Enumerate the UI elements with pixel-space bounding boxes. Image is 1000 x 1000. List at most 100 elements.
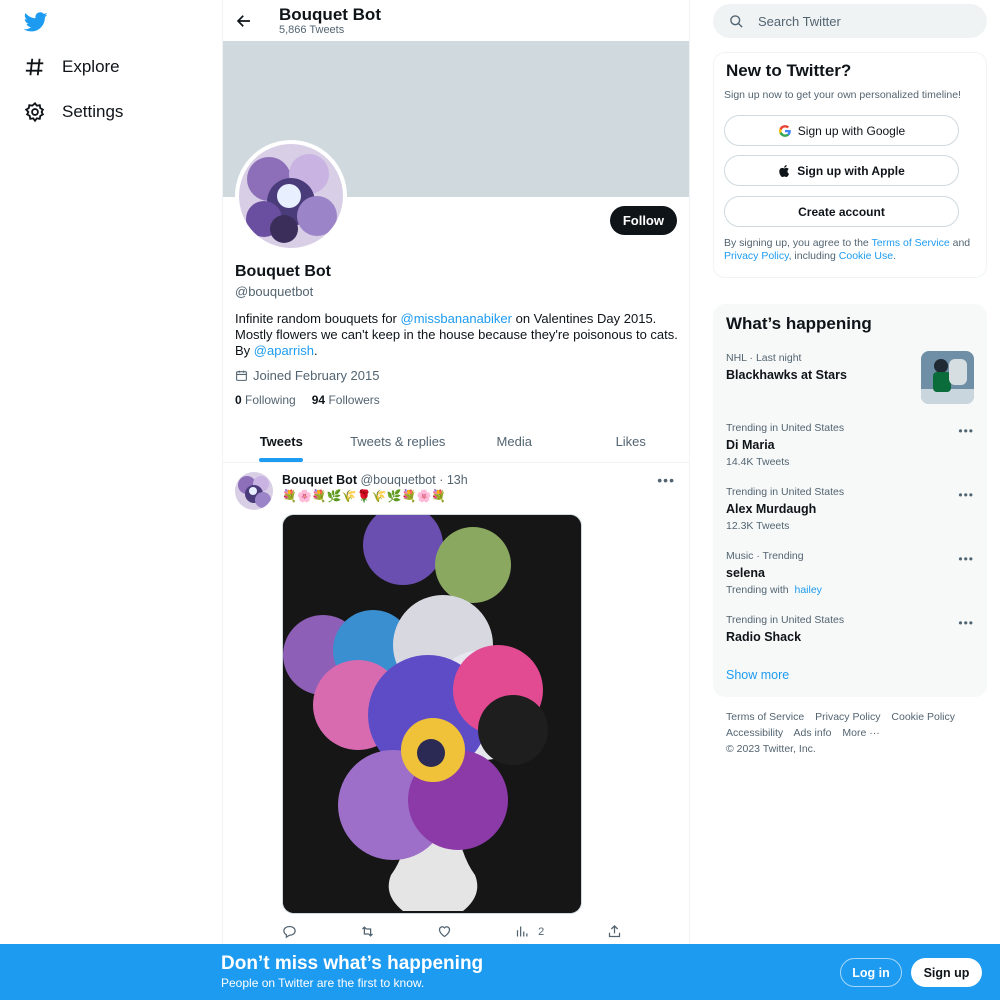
tweet-actions: 2 — [282, 924, 622, 939]
trend-related-label: Trending with — [726, 584, 789, 596]
reply-icon — [283, 925, 296, 939]
create-account-button[interactable]: Create account — [724, 196, 959, 227]
new-to-twitter-card: New to Twitter? Sign up now to get your … — [713, 52, 987, 278]
footer-accessibility-link[interactable]: Accessibility — [726, 727, 783, 739]
nav-explore-label: Explore — [62, 57, 120, 76]
joined-text: Joined February 2015 — [253, 368, 380, 383]
more-icon[interactable]: ••• — [958, 424, 974, 438]
trend-item[interactable]: Trending in United States Alex Murdaugh … — [726, 486, 974, 532]
tweet-avatar[interactable] — [235, 472, 273, 510]
signup-google-button[interactable]: Sign up with Google — [724, 115, 959, 146]
legal-text: , including — [788, 250, 839, 262]
trend-title: Di Maria — [726, 438, 775, 452]
tweet-author-name[interactable]: Bouquet Bot — [282, 473, 357, 487]
login-button[interactable]: Log in — [840, 958, 902, 987]
google-icon — [778, 124, 791, 137]
back-arrow-icon[interactable] — [235, 12, 253, 30]
bouquet-image — [283, 515, 581, 913]
show-more-link[interactable]: Show more — [726, 668, 789, 682]
retweet-icon — [361, 926, 373, 937]
search-icon — [730, 14, 743, 28]
following-count: 0 — [235, 393, 242, 407]
profile-column: Bouquet Bot 5,866 Tweets Follow Bouquet … — [222, 0, 690, 1000]
signup-banner: Don’t miss what’s happening People on Tw… — [0, 944, 1000, 1000]
legal-text: . — [893, 250, 896, 262]
heart-icon — [439, 926, 451, 938]
signup-button[interactable]: Sign up — [911, 958, 982, 987]
trend-meta: Music · Trending — [726, 550, 804, 562]
twitter-bird-icon[interactable] — [24, 10, 48, 34]
tab-tweets-replies[interactable]: Tweets & replies — [340, 420, 457, 462]
nav-settings-label: Settings — [62, 102, 124, 121]
trend-thumbnail — [921, 351, 974, 404]
gear-icon — [24, 101, 45, 123]
search-placeholder: Search Twitter — [758, 13, 841, 29]
tweet-image[interactable] — [282, 514, 582, 914]
calendar-icon — [236, 370, 247, 381]
trend-related-link[interactable]: hailey — [795, 584, 822, 596]
trend-item[interactable]: Music · Trending selena Trending with ha… — [726, 550, 974, 596]
nav-settings[interactable]: Settings — [24, 101, 123, 123]
bouquet-avatar-image — [239, 144, 343, 248]
footer-more-link[interactable]: More ··· — [842, 727, 879, 739]
banner-subtitle: People on Twitter are the first to know. — [221, 976, 425, 990]
legal-text: By signing up, you agree to the — [724, 237, 872, 249]
tweet-header: Bouquet Bot @bouquetbot · 13h — [282, 473, 468, 487]
footer-ads-link[interactable]: Ads info — [794, 727, 832, 739]
nav-explore[interactable]: Explore — [24, 56, 120, 78]
footer-privacy-link[interactable]: Privacy Policy — [815, 711, 880, 723]
views-button[interactable]: 2 — [515, 924, 544, 939]
following-label: Following — [245, 393, 296, 407]
tab-likes[interactable]: Likes — [573, 420, 690, 462]
trend-title: Alex Murdaugh — [726, 502, 817, 516]
whats-happening-card: What’s happening NHL · Last night Blackh… — [713, 304, 987, 697]
retweet-button[interactable] — [360, 924, 375, 939]
signup-google-label: Sign up with Google — [797, 123, 906, 138]
signup-apple-button[interactable]: Sign up with Apple — [724, 155, 959, 186]
privacy-link[interactable]: Privacy Policy — [724, 250, 789, 262]
more-icon[interactable]: ••• — [657, 472, 675, 488]
bio-mention-aparrish[interactable]: @aparrish — [254, 343, 314, 358]
new-card-subtitle: Sign up now to get your own personalized… — [724, 89, 961, 101]
banner-title: Don’t miss what’s happening — [221, 953, 484, 974]
new-card-title: New to Twitter? — [726, 61, 852, 80]
left-nav: Explore Settings — [0, 0, 222, 1000]
trend-item[interactable]: Trending in United States Radio Shack ••… — [726, 614, 974, 644]
more-icon[interactable]: ••• — [958, 552, 974, 566]
footer-links: Terms of Service Privacy Policy Cookie P… — [726, 709, 988, 757]
signup-apple-label: Sign up with Apple — [797, 163, 905, 178]
more-icon[interactable]: ••• — [958, 488, 974, 502]
reply-button[interactable] — [282, 924, 297, 939]
following-link[interactable]: 0 Following — [235, 393, 296, 407]
bio-text: Infinite random bouquets for — [235, 311, 401, 326]
profile-tabs: Tweets Tweets & replies Media Likes — [223, 420, 689, 463]
like-button[interactable] — [437, 924, 452, 939]
tab-media[interactable]: Media — [456, 420, 573, 462]
share-icon — [608, 924, 621, 938]
profile-avatar[interactable] — [235, 140, 347, 252]
tab-tweets[interactable]: Tweets — [223, 420, 340, 462]
bouquet-avatar-image — [235, 472, 273, 510]
apple-icon — [779, 164, 790, 177]
tweet-author-handle[interactable]: @bouquetbot — [360, 473, 435, 487]
trend-count: 12.3K Tweets — [726, 520, 790, 532]
whats-happening-title: What’s happening — [726, 314, 872, 333]
followers-link[interactable]: 94 Followers — [312, 393, 380, 407]
followers-count: 94 — [311, 393, 326, 407]
views-count: 2 — [538, 925, 545, 938]
search-input[interactable]: Search Twitter — [713, 4, 987, 38]
trend-meta: Trending in United States — [726, 486, 845, 498]
share-button[interactable] — [607, 924, 622, 939]
follow-button[interactable]: Follow — [609, 206, 677, 235]
terms-link[interactable]: Terms of Service — [872, 237, 950, 249]
follow-counts: 0 Following 94 Followers — [235, 393, 380, 407]
footer-terms-link[interactable]: Terms of Service — [726, 711, 804, 723]
more-icon[interactable]: ••• — [958, 616, 974, 630]
tweet-time[interactable]: · 13h — [439, 473, 468, 487]
footer-cookie-link[interactable]: Cookie Policy — [891, 711, 955, 723]
trend-item[interactable]: Trending in United States Di Maria 14.4K… — [726, 422, 974, 468]
header-title: Bouquet Bot — [279, 5, 381, 24]
cookie-link[interactable]: Cookie Use — [839, 250, 893, 262]
bio-mention-missbananabiker[interactable]: @missbananabiker — [401, 311, 512, 326]
followers-label: Followers — [328, 393, 380, 407]
